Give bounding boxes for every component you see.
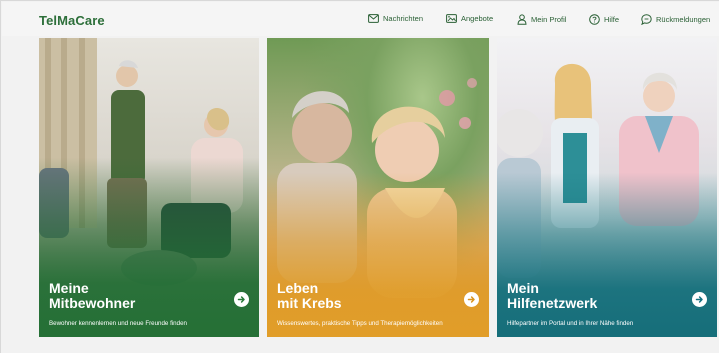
nav-label: Hilfe	[604, 15, 620, 24]
card-subtitle: Wissenswertes, praktische Tipps und Ther…	[277, 320, 443, 327]
nav-item-rueckmeldungen[interactable]: Rückmeldungen	[641, 14, 710, 25]
image-gallery-icon	[446, 14, 457, 23]
arrow-right-icon[interactable]	[464, 292, 479, 307]
nav-item-hilfe[interactable]: Hilfe	[589, 14, 619, 25]
card-subtitle: Hilfepartner im Portal und in Ihrer Nähe…	[507, 320, 634, 327]
card-mein-hilfenetzwerk[interactable]: Mein Hilfenetzwerk Hilfepartner im Porta…	[497, 38, 717, 337]
top-header: TelMaCare Nachrichten Angebote Mein Prof…	[2, 2, 719, 36]
card-meine-mitbewohner[interactable]: Meine Mitbewohner Bewohner kennenlernen …	[39, 38, 259, 337]
nav-item-mein-profil[interactable]: Mein Profil	[517, 14, 566, 25]
user-icon	[517, 14, 527, 25]
page-bottom-band	[1, 337, 719, 353]
help-circle-icon	[589, 14, 600, 25]
card-title: Leben mit Krebs	[277, 280, 342, 311]
arrow-right-icon[interactable]	[234, 292, 249, 307]
card-title: Meine Mitbewohner	[49, 280, 136, 311]
arrow-right-icon[interactable]	[692, 292, 707, 307]
nav-label: Angebote	[461, 14, 494, 23]
envelope-icon	[368, 14, 379, 23]
nav-label: Mein Profil	[531, 15, 567, 24]
nav-item-angebote[interactable]: Angebote	[446, 14, 493, 23]
card-subtitle: Bewohner kennenlernen und neue Freunde f…	[49, 320, 187, 327]
card-title: Mein Hilfenetzwerk	[507, 280, 598, 311]
nav-label: Nachrichten	[383, 14, 424, 23]
app-window: TelMaCare Nachrichten Angebote Mein Prof…	[0, 0, 719, 353]
nav-item-nachrichten[interactable]: Nachrichten	[368, 14, 423, 23]
nav-label: Rückmeldungen	[656, 15, 711, 24]
card-leben-mit-krebs[interactable]: Leben mit Krebs Wissenswertes, praktisch…	[267, 38, 489, 337]
top-navigation: Nachrichten Angebote Mein Profil Hilfe R…	[2, 14, 719, 30]
chat-bubble-icon	[641, 14, 652, 25]
